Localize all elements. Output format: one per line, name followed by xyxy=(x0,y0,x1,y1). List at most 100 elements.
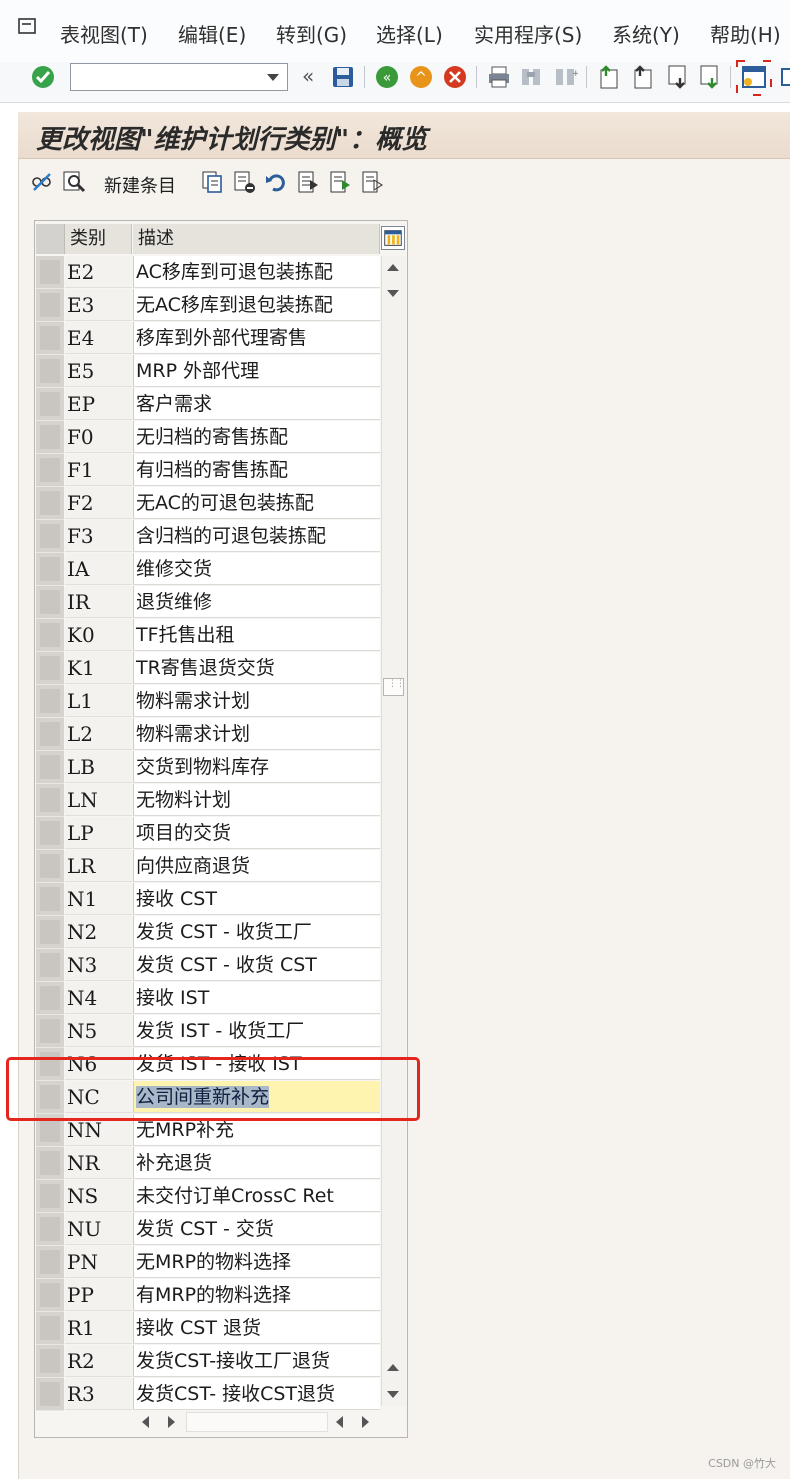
row-selector[interactable] xyxy=(36,322,64,355)
row-selector[interactable] xyxy=(36,520,64,553)
table-row[interactable]: PN 无MRP的物料选择 xyxy=(36,1246,380,1279)
shortcut-icon[interactable] xyxy=(776,64,790,90)
row-selector[interactable] xyxy=(36,982,64,1015)
table-row[interactable]: F0 无归档的寄售拣配 xyxy=(36,421,380,454)
select-all-icon[interactable] xyxy=(296,170,320,194)
category-cell[interactable]: LN xyxy=(65,784,132,816)
category-cell[interactable]: R1 xyxy=(65,1312,132,1344)
row-selector[interactable] xyxy=(36,1213,64,1246)
description-cell[interactable]: MRP 外部代理 xyxy=(133,355,380,387)
select-all-header[interactable] xyxy=(36,224,65,254)
row-selector[interactable] xyxy=(36,652,64,685)
row-selector[interactable] xyxy=(36,1312,64,1345)
table-row[interactable]: N1 接收 CST xyxy=(36,883,380,916)
description-cell[interactable]: 物料需求计划 xyxy=(133,718,380,750)
description-cell[interactable]: TF托售出租 xyxy=(133,619,380,651)
description-cell[interactable]: 物料需求计划 xyxy=(133,685,380,717)
row-selector[interactable] xyxy=(36,850,64,883)
new-entries-button[interactable]: 新建条目 xyxy=(104,172,176,198)
enter-icon[interactable] xyxy=(30,64,56,90)
scroll-page-down-button[interactable] xyxy=(383,1384,403,1404)
table-row[interactable]: LR 向供应商退货 xyxy=(36,850,380,883)
row-selector[interactable] xyxy=(36,718,64,751)
table-row[interactable]: E5 MRP 外部代理 xyxy=(36,355,380,388)
table-row[interactable]: LP 项目的交货 xyxy=(36,817,380,850)
category-cell[interactable]: IR xyxy=(65,586,132,618)
table-row[interactable]: E4 移库到外部代理寄售 xyxy=(36,322,380,355)
description-cell[interactable]: 向供应商退货 xyxy=(133,850,380,882)
back-arrows-icon[interactable]: « xyxy=(302,64,314,88)
row-selector[interactable] xyxy=(36,421,64,454)
category-cell[interactable]: PN xyxy=(65,1246,132,1278)
row-selector[interactable] xyxy=(36,1345,64,1378)
menu-item[interactable]: 帮助(H) xyxy=(710,19,781,48)
description-cell[interactable]: 交货到物料库存 xyxy=(133,751,380,783)
description-cell[interactable]: 发货 CST - 交货 xyxy=(133,1213,380,1245)
row-selector[interactable] xyxy=(36,619,64,652)
row-selector[interactable] xyxy=(36,1180,64,1213)
description-cell[interactable]: 无AC的可退包装拣配 xyxy=(133,487,380,519)
horizontal-scrollbar[interactable] xyxy=(186,1412,328,1432)
menu-item[interactable]: 选择(L) xyxy=(376,19,443,48)
category-cell[interactable]: R3 xyxy=(65,1378,132,1410)
row-selector[interactable] xyxy=(36,916,64,949)
select-block-icon[interactable] xyxy=(328,170,352,194)
description-cell[interactable]: 接收 CST 退货 xyxy=(133,1312,380,1344)
table-row[interactable]: LB 交货到物料库存 xyxy=(36,751,380,784)
table-row[interactable]: N3 发货 CST - 收货 CST xyxy=(36,949,380,982)
description-cell[interactable]: 维修交货 xyxy=(133,553,380,585)
save-icon[interactable] xyxy=(330,64,356,90)
row-selector[interactable] xyxy=(36,1147,64,1180)
next-page-icon[interactable] xyxy=(664,64,690,90)
description-cell[interactable]: 补充退货 xyxy=(133,1147,380,1179)
description-cell[interactable]: 发货CST-接收工厂退货 xyxy=(133,1345,380,1377)
category-cell[interactable]: EP xyxy=(65,388,132,420)
table-row[interactable]: E3 无AC移库到退包装拣配 xyxy=(36,289,380,322)
description-cell[interactable]: 项目的交货 xyxy=(133,817,380,849)
description-cell[interactable]: AC移库到可退包装拣配 xyxy=(133,256,380,288)
category-cell[interactable]: R2 xyxy=(65,1345,132,1377)
find-next-icon[interactable]: + xyxy=(552,64,578,90)
scroll-left-icon[interactable] xyxy=(336,1416,343,1428)
category-cell[interactable]: LB xyxy=(65,751,132,783)
row-selector[interactable] xyxy=(36,355,64,388)
menu-item[interactable]: 系统(Y) xyxy=(612,19,680,48)
row-selector[interactable] xyxy=(36,685,64,718)
chevron-down-icon[interactable] xyxy=(267,74,279,81)
description-cell[interactable]: 退货维修 xyxy=(133,586,380,618)
delete-icon[interactable] xyxy=(232,170,256,194)
first-page-icon[interactable] xyxy=(596,64,622,90)
category-cell[interactable]: E2 xyxy=(65,256,132,288)
category-cell[interactable]: IA xyxy=(65,553,132,585)
command-field[interactable] xyxy=(70,63,288,91)
description-cell[interactable]: 移库到外部代理寄售 xyxy=(133,322,380,354)
exit-icon[interactable]: ^ xyxy=(408,64,434,90)
description-cell[interactable]: TR寄售退货交货 xyxy=(133,652,380,684)
description-cell[interactable]: 无AC移库到退包装拣配 xyxy=(133,289,380,321)
other-view-icon[interactable] xyxy=(62,170,86,194)
display-change-icon[interactable] xyxy=(30,170,54,194)
menu-dropdown-icon[interactable] xyxy=(18,18,38,36)
description-cell[interactable]: 发货 CST - 收货工厂 xyxy=(133,916,380,948)
scroll-right-icon[interactable] xyxy=(168,1416,175,1428)
description-cell[interactable]: 客户需求 xyxy=(133,388,380,420)
table-row[interactable]: N4 接收 IST xyxy=(36,982,380,1015)
row-selector[interactable] xyxy=(36,388,64,421)
description-cell[interactable]: 无MRP的物料选择 xyxy=(133,1246,380,1278)
category-cell[interactable]: NU xyxy=(65,1213,132,1245)
menu-item[interactable]: 转到(G) xyxy=(276,19,347,48)
category-cell[interactable]: N4 xyxy=(65,982,132,1014)
description-cell[interactable]: 无物料计划 xyxy=(133,784,380,816)
scroll-thumb[interactable] xyxy=(383,678,404,696)
cancel-icon[interactable] xyxy=(442,64,468,90)
description-cell[interactable]: 未交付订单CrossC Ret xyxy=(133,1180,380,1212)
table-row[interactable]: K1 TR寄售退货交货 xyxy=(36,652,380,685)
scroll-right-icon[interactable] xyxy=(362,1416,369,1428)
category-cell[interactable]: PP xyxy=(65,1279,132,1311)
category-cell[interactable]: F0 xyxy=(65,421,132,453)
table-row[interactable]: NR 补充退货 xyxy=(36,1147,380,1180)
category-cell[interactable]: E4 xyxy=(65,322,132,354)
create-session-icon[interactable] xyxy=(736,60,772,96)
scroll-down-button[interactable] xyxy=(383,283,403,303)
description-cell[interactable]: 有MRP的物料选择 xyxy=(133,1279,380,1311)
